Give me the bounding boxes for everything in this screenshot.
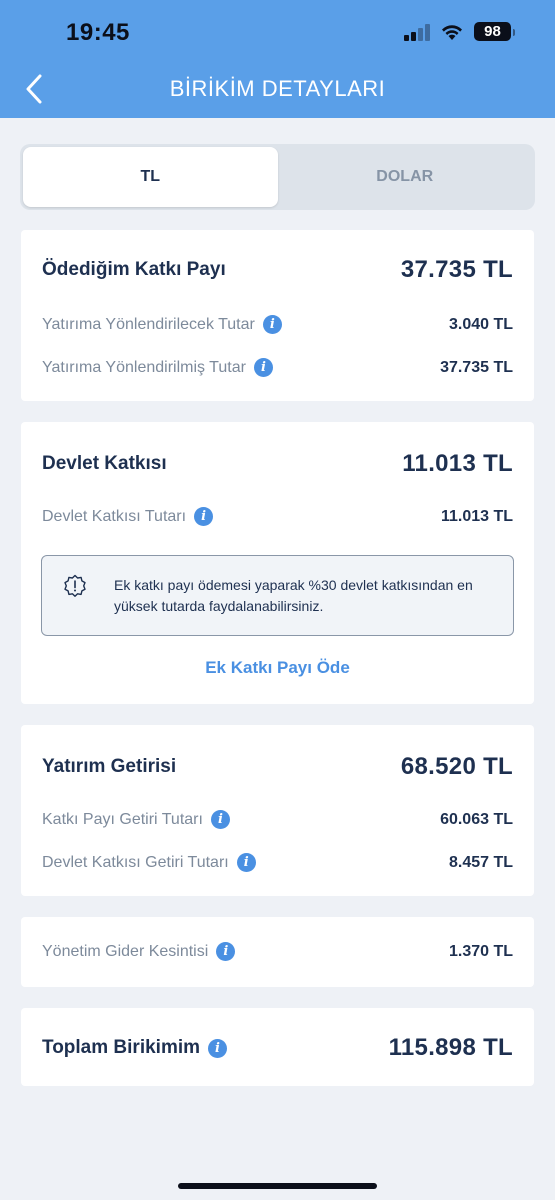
state-amount-value: 11.013 TL (440, 507, 513, 525)
returns-card: Yatırım Getirisi 68.520 TL Katkı Payı Ge… (21, 725, 534, 896)
cellular-signal-icon (404, 23, 430, 41)
to-invest-value: 3.040 TL (448, 315, 513, 333)
returns-title: Yatırım Getirisi (42, 756, 177, 777)
status-time: 19:45 (66, 19, 130, 46)
battery-icon: 98 (474, 22, 515, 41)
state-amount-label: Devlet Katkısı Tutarı (42, 507, 187, 525)
status-icons: 98 (404, 22, 515, 41)
fee-value: 1.370 TL (448, 942, 513, 960)
info-icon[interactable]: i (236, 853, 256, 872)
info-icon[interactable]: i (253, 358, 273, 377)
page-title: BİRİKİM DETAYLARI (169, 76, 386, 101)
app-header: 19:45 98 BİRİKİM DETAYLARI (0, 0, 555, 118)
home-indicator (178, 1183, 377, 1189)
to-invest-label: Yatırıma Yönlendirilecek Tutar (42, 315, 255, 333)
contribution-return-label: Katkı Payı Getiri Tutarı (42, 810, 203, 828)
total-value: 115.898 TL (388, 1034, 513, 1061)
info-icon[interactable]: i (216, 942, 236, 961)
info-icon[interactable]: i (194, 507, 214, 526)
info-icon[interactable]: i (208, 1038, 228, 1058)
state-return-value: 8.457 TL (448, 853, 513, 871)
currency-switch: TL DOLAR (20, 144, 535, 210)
wifi-icon (440, 23, 464, 41)
total-label: Toplam Birikimim (42, 1037, 201, 1058)
contribution-card: Ödediğim Katkı Payı 37.735 TL Yatırıma Y… (21, 230, 534, 401)
state-contribution-card: Devlet Katkısı 11.013 TL Devlet Katkısı … (21, 422, 534, 704)
info-icon[interactable]: i (262, 315, 282, 334)
state-title: Devlet Katkısı (42, 453, 167, 474)
contribution-return-value: 60.063 TL (440, 810, 513, 828)
fee-card: Yönetim Gider Kesintisi i 1.370 TL (21, 917, 534, 987)
tab-tl[interactable]: TL (23, 147, 278, 207)
alert-badge-icon (64, 574, 86, 597)
tab-dolar[interactable]: DOLAR (278, 147, 533, 207)
notice-text: Ek katkı payı ödemesi yaparak %30 devlet… (114, 577, 473, 614)
pay-extra-contribution-link[interactable]: Ek Katkı Payı Öde (21, 658, 534, 678)
state-return-label: Devlet Katkısı Getiri Tutarı (42, 853, 229, 871)
returns-total: 68.520 TL (400, 753, 513, 780)
total-card: Toplam Birikimim i 115.898 TL (21, 1008, 534, 1086)
state-total: 11.013 TL (402, 450, 513, 477)
invested-label: Yatırıma Yönlendirilmiş Tutar (42, 358, 246, 376)
contribution-total: 37.735 TL (400, 256, 513, 283)
info-icon[interactable]: i (210, 810, 230, 829)
contribution-title: Ödediğim Katkı Payı (42, 259, 226, 280)
fee-label: Yönetim Gider Kesintisi (42, 942, 209, 960)
invested-value: 37.735 TL (440, 358, 513, 376)
info-notice: Ek katkı payı ödemesi yaparak %30 devlet… (41, 555, 514, 636)
